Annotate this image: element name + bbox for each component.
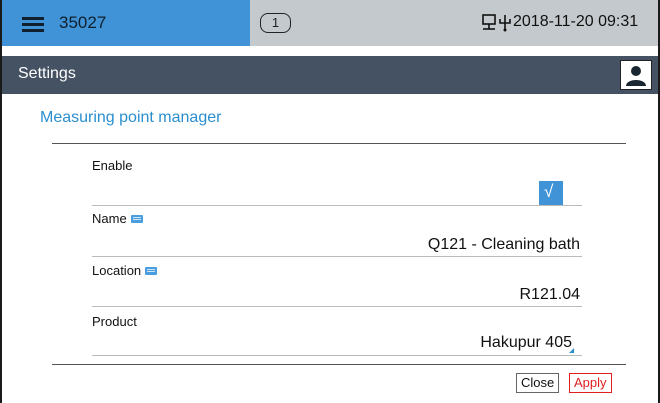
apply-button[interactable]: Apply — [569, 373, 612, 393]
dropdown-corner-icon — [569, 348, 574, 353]
menu-icon[interactable] — [22, 17, 44, 32]
section-divider-bottom — [52, 364, 626, 365]
page-title: Settings — [18, 65, 76, 82]
section-title: Measuring point manager — [40, 109, 222, 126]
close-button[interactable]: Close — [516, 373, 560, 393]
device-id: 35027 — [59, 13, 107, 32]
datetime: 2018-11-20 09:31 — [513, 13, 639, 30]
user-icon — [626, 66, 646, 86]
enable-label: Enable — [92, 158, 132, 173]
keyboard-icon[interactable] — [145, 266, 158, 275]
app-frame: 35027 1 2018-11-20 09:31 Settings Measur… — [0, 0, 660, 403]
status-bar: 35027 1 2018-11-20 09:31 — [2, 0, 658, 46]
field-divider — [92, 256, 582, 257]
name-label-text: Name — [92, 211, 127, 226]
product-label: Product — [92, 314, 137, 329]
name-field[interactable]: Q121 - Cleaning bath — [428, 236, 580, 254]
section-divider-top — [52, 143, 626, 144]
enable-checkbox[interactable]: √ — [539, 181, 563, 205]
product-select[interactable]: Hakupur 405 — [480, 334, 572, 352]
name-label: Name — [92, 211, 143, 226]
field-divider — [92, 306, 582, 307]
enable-label-text: Enable — [92, 158, 133, 173]
location-label: Location — [92, 263, 158, 278]
settings-header: Settings — [2, 56, 658, 94]
user-button[interactable] — [620, 60, 652, 90]
message-count-badge[interactable]: 1 — [260, 13, 291, 33]
device-selector[interactable]: 35027 — [2, 0, 250, 46]
usb-icon — [499, 15, 511, 32]
location-field[interactable]: R121.04 — [520, 286, 581, 304]
keyboard-icon[interactable] — [130, 214, 143, 223]
status-icons — [482, 12, 511, 34]
network-icon — [482, 14, 496, 30]
field-divider — [92, 205, 582, 206]
check-icon: √ — [544, 182, 554, 201]
product-label-text: Product — [92, 314, 137, 329]
field-divider — [92, 355, 582, 356]
location-label-text: Location — [92, 263, 142, 278]
